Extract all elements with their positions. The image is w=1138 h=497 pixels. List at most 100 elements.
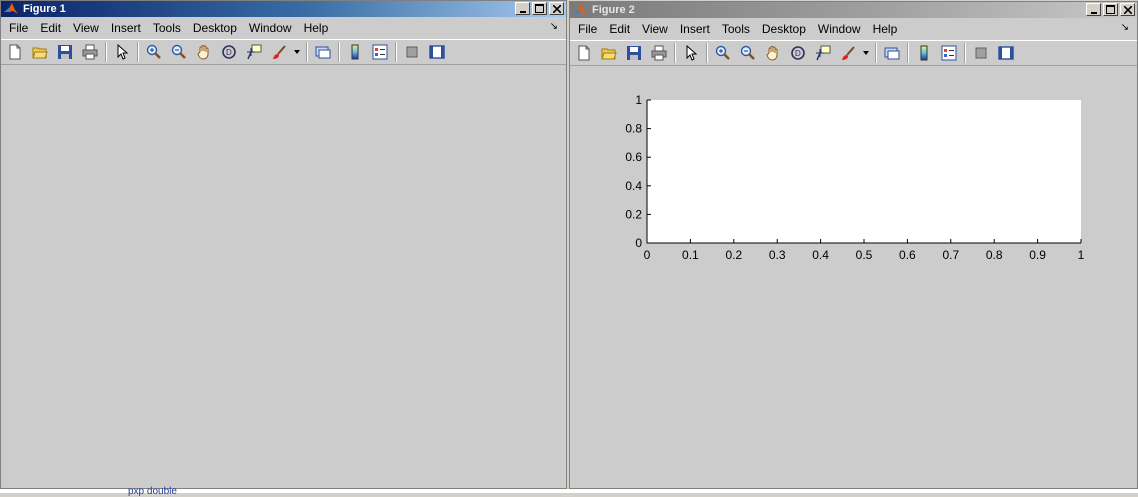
- toolbar-separator: [674, 43, 676, 63]
- maximize-button[interactable]: [532, 2, 547, 15]
- dock-arrow-icon[interactable]: ↘: [550, 21, 558, 32]
- title-bar[interactable]: Figure 1: [1, 1, 566, 17]
- zoom-in-button[interactable]: [712, 42, 734, 64]
- insert-colorbar-button[interactable]: [913, 42, 935, 64]
- data-cursor-button[interactable]: [812, 42, 834, 64]
- show-plot-tools-button[interactable]: [426, 41, 448, 63]
- menu-window[interactable]: Window: [812, 22, 867, 36]
- dock-arrow-icon[interactable]: ↘: [1121, 22, 1129, 33]
- data-cursor-icon: [247, 44, 262, 60]
- hide-plot-tools-icon: [406, 46, 418, 58]
- background-partial-text: pxp double: [128, 486, 177, 497]
- brush-button[interactable]: [837, 42, 859, 64]
- figure-2-window: Figure 2 File Edit View Insert Tools Des…: [569, 1, 1138, 489]
- minimize-button[interactable]: [515, 2, 530, 15]
- plot-axes[interactable]: 0 0.1 0.2 0.3 0.4 0.5 0.6 0.7 0.8 0.9 1 0 0.2 0.4 0.6 0…: [570, 67, 1137, 297]
- toolbar-separator: [907, 43, 909, 63]
- open-file-button[interactable]: [29, 41, 51, 63]
- zoom-out-button[interactable]: [737, 42, 759, 64]
- menu-view[interactable]: View: [636, 22, 674, 36]
- brush-dropdown-icon: [863, 51, 869, 55]
- print-button[interactable]: [79, 41, 101, 63]
- brush-dropdown-button[interactable]: [293, 41, 301, 63]
- link-plot-button[interactable]: [312, 41, 334, 63]
- menu-file[interactable]: File: [570, 22, 603, 36]
- x-tick-label: 0: [644, 248, 651, 262]
- hide-plot-tools-button[interactable]: [970, 42, 992, 64]
- title-bar[interactable]: Figure 2: [570, 2, 1137, 18]
- brush-icon: [273, 45, 286, 59]
- zoom-out-button[interactable]: [168, 41, 190, 63]
- x-tick-label: 0.4: [812, 248, 829, 262]
- svg-text:D: D: [795, 49, 801, 58]
- y-tick-label: 0.6: [625, 150, 642, 164]
- x-tick-label: 0.3: [769, 248, 786, 262]
- maximize-button[interactable]: [1103, 3, 1118, 16]
- menu-help[interactable]: Help: [298, 21, 335, 35]
- new-figure-button[interactable]: [4, 41, 26, 63]
- edit-plot-button[interactable]: [111, 41, 133, 63]
- show-plot-tools-button[interactable]: [995, 42, 1017, 64]
- insert-legend-button[interactable]: [938, 42, 960, 64]
- x-tick-label: 0.5: [856, 248, 873, 262]
- data-cursor-button[interactable]: [243, 41, 265, 63]
- close-button[interactable]: [549, 2, 564, 15]
- legend-icon: [941, 45, 957, 61]
- menu-tools[interactable]: Tools: [147, 21, 187, 35]
- close-icon: [1123, 5, 1132, 14]
- menu-help[interactable]: Help: [867, 22, 904, 36]
- new-figure-button[interactable]: [573, 42, 595, 64]
- x-tick-label: 0.6: [899, 248, 916, 262]
- link-plot-button[interactable]: [881, 42, 903, 64]
- menu-tools[interactable]: Tools: [716, 22, 756, 36]
- pan-button[interactable]: [762, 42, 784, 64]
- pan-hand-icon: [766, 46, 778, 61]
- open-file-button[interactable]: [598, 42, 620, 64]
- x-tick-label: 1: [1078, 248, 1085, 262]
- brush-button[interactable]: [268, 41, 290, 63]
- insert-legend-button[interactable]: [369, 41, 391, 63]
- save-icon: [58, 45, 72, 59]
- y-tick-label: 0.4: [625, 179, 642, 193]
- insert-colorbar-button[interactable]: [344, 41, 366, 63]
- menu-window[interactable]: Window: [243, 21, 298, 35]
- pan-button[interactable]: [193, 41, 215, 63]
- x-tick-label: 0.7: [942, 248, 959, 262]
- menu-desktop[interactable]: Desktop: [187, 21, 243, 35]
- hide-plot-tools-button[interactable]: [401, 41, 423, 63]
- figure-1-window: Figure 1 File Edit View Insert Tools Des…: [0, 0, 567, 489]
- menu-edit[interactable]: Edit: [603, 22, 636, 36]
- x-tick-label: 0.9: [1029, 248, 1046, 262]
- menu-insert[interactable]: Insert: [105, 21, 147, 35]
- brush-icon: [842, 46, 855, 60]
- open-file-icon: [601, 48, 617, 60]
- edit-plot-button[interactable]: [680, 42, 702, 64]
- print-button[interactable]: [648, 42, 670, 64]
- menu-view[interactable]: View: [67, 21, 105, 35]
- brush-dropdown-button[interactable]: [862, 42, 870, 64]
- save-button[interactable]: [54, 41, 76, 63]
- matlab-logo-icon: [573, 4, 587, 15]
- show-plot-tools-icon: [998, 46, 1014, 60]
- zoom-in-button[interactable]: [143, 41, 165, 63]
- minimize-icon: [519, 10, 526, 13]
- zoom-in-icon: [146, 44, 161, 59]
- menu-desktop[interactable]: Desktop: [756, 22, 812, 36]
- close-button[interactable]: [1120, 3, 1135, 16]
- rotate-3d-button[interactable]: D: [787, 42, 809, 64]
- rotate-3d-button[interactable]: D: [218, 41, 240, 63]
- y-tick-label: 1: [635, 93, 642, 107]
- print-icon: [651, 45, 667, 61]
- menu-edit[interactable]: Edit: [34, 21, 67, 35]
- y-tick-label: 0.2: [625, 207, 642, 221]
- menu-file[interactable]: File: [1, 21, 34, 35]
- minimize-button[interactable]: [1086, 3, 1101, 16]
- toolbar-separator: [338, 42, 340, 62]
- link-plot-icon: [884, 47, 900, 60]
- hide-plot-tools-icon: [975, 47, 987, 59]
- toolbar-separator: [395, 42, 397, 62]
- menu-insert[interactable]: Insert: [674, 22, 716, 36]
- x-tick-label: 0.1: [682, 248, 699, 262]
- open-file-icon: [32, 47, 48, 59]
- save-button[interactable]: [623, 42, 645, 64]
